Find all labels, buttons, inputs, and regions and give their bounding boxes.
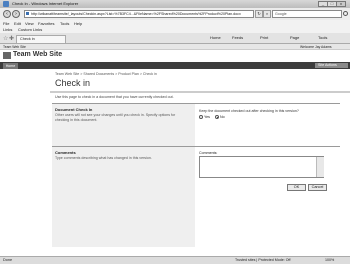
links-label: Links	[3, 27, 13, 32]
ok-button[interactable]: OK	[287, 184, 306, 191]
forward-button[interactable]: ›	[12, 10, 20, 18]
cancel-button[interactable]: Cancel	[308, 184, 327, 191]
radio-no-label: No	[220, 115, 225, 119]
tab-row: ☆ ✚ Check in Home Feeds Print Page Tools	[0, 33, 350, 44]
favorites-star-icon[interactable]: ☆	[3, 35, 8, 42]
keep-checked-out-question: Keep the document checked out after chec…	[199, 109, 299, 113]
site-title[interactable]: Team Web Site	[13, 51, 62, 58]
page-icon	[26, 12, 29, 15]
sp-header: Team Web Site	[0, 50, 350, 62]
radio-no[interactable]	[215, 115, 219, 119]
welcome-menu[interactable]: Welcome Jay Adams	[300, 45, 332, 49]
main-content: Team Web Site > Shared Documents > Produ…	[50, 70, 350, 256]
sp-top-nav: Home Site Actions	[0, 62, 350, 69]
add-favorite-icon[interactable]: ✚	[9, 35, 14, 42]
section-description-panel: Comments Type comments describing what h…	[52, 147, 195, 247]
status-text: Done	[3, 258, 13, 262]
title-divider	[50, 91, 350, 93]
window-title: Check In - Windows Internet Explorer	[12, 1, 79, 6]
left-nav	[0, 70, 50, 256]
search-icon[interactable]	[343, 11, 348, 16]
site-actions-menu[interactable]: Site Actions	[315, 63, 348, 68]
ie-icon	[3, 1, 9, 7]
stop-button[interactable]: ×	[263, 10, 271, 18]
comments-textarea[interactable]	[199, 156, 324, 178]
sp-site-link[interactable]: Team Web Site	[3, 45, 26, 49]
print-tool-button[interactable]: Print	[260, 35, 268, 40]
links-item[interactable]: Custom Links	[18, 27, 42, 32]
comments-section: Comments Type comments describing what h…	[52, 146, 340, 247]
tab-check-in[interactable]: Check in	[16, 35, 66, 43]
address-bar[interactable]: http://wikanatt/teamsite/_layouts/Checki…	[24, 10, 254, 18]
home-tool-button[interactable]: Home	[210, 35, 221, 40]
section-description: Type comments describing what has change…	[55, 156, 152, 160]
feeds-tool-button[interactable]: Feeds	[232, 35, 243, 40]
site-logo-icon	[3, 52, 11, 59]
radio-yes[interactable]	[199, 115, 203, 119]
radio-yes-label: Yes	[204, 115, 210, 119]
zoom-level[interactable]: 100%	[325, 258, 334, 262]
document-checkin-section: Document Check In Other users will not s…	[52, 103, 340, 147]
section-description-panel: Document Check In Other users will not s…	[52, 104, 195, 147]
comments-label: Comments:	[199, 151, 218, 155]
page-tool-button[interactable]: Page	[290, 35, 299, 40]
comments-scrollbar[interactable]	[316, 157, 324, 177]
close-button[interactable]: x	[336, 1, 346, 7]
section-description: Other users will not see your changes un…	[55, 113, 176, 122]
breadcrumb[interactable]: Team Web Site > Shared Documents > Produ…	[55, 72, 157, 76]
page-title: Check in	[55, 78, 91, 88]
search-input[interactable]: Google	[272, 10, 342, 18]
security-zone[interactable]: Trusted sites | Protected Mode: Off	[235, 258, 290, 262]
tools-tool-button[interactable]: Tools	[318, 35, 327, 40]
nav-home-tab[interactable]: Home	[3, 63, 18, 69]
section-title: Comments	[55, 150, 76, 155]
refresh-button[interactable]: ↻	[255, 10, 263, 18]
page-instructions: Use this page to check in a document tha…	[55, 95, 174, 99]
back-button[interactable]: ‹	[3, 10, 11, 18]
section-title: Document Check In	[55, 107, 93, 112]
